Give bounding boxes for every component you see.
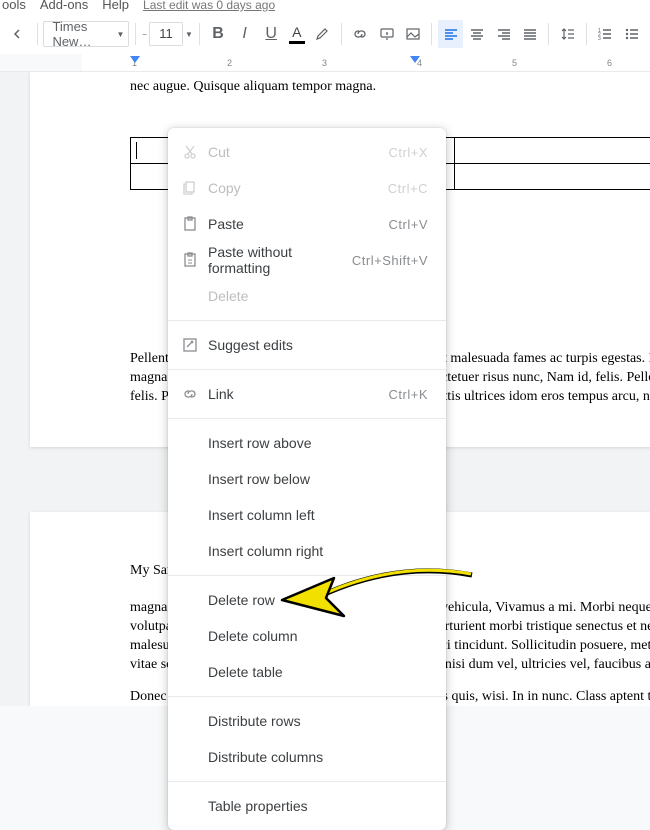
chevron-left-icon[interactable] xyxy=(6,20,31,48)
align-center-button[interactable] xyxy=(465,20,490,48)
ctx-delete-column[interactable]: Delete column xyxy=(168,618,446,654)
ctx-label: Delete column xyxy=(208,628,428,644)
ctx-label: Link xyxy=(208,386,389,402)
minus-icon[interactable]: − xyxy=(142,30,147,39)
ctx-insert-col-left[interactable]: Insert column left xyxy=(168,497,446,533)
suggest-icon xyxy=(182,337,208,353)
ctx-suggest-edits[interactable]: Suggest edits xyxy=(168,327,446,363)
ctx-label: Copy xyxy=(208,180,388,196)
line-spacing-button[interactable] xyxy=(555,20,580,48)
paste-icon xyxy=(182,216,208,232)
ctx-delete-row[interactable]: Delete row xyxy=(168,582,446,618)
ctx-insert-row-above[interactable]: Insert row above xyxy=(168,425,446,461)
ctx-insert-col-right[interactable]: Insert column right xyxy=(168,533,446,569)
link-button[interactable] xyxy=(348,20,373,48)
ctx-shortcut: Ctrl+C xyxy=(388,181,428,196)
ctx-paste[interactable]: Paste Ctrl+V xyxy=(168,206,446,242)
ctx-label: Insert column right xyxy=(208,543,428,559)
menu-help[interactable]: Help xyxy=(102,0,129,10)
ctx-label: Cut xyxy=(208,144,389,160)
comment-button[interactable] xyxy=(374,20,399,48)
copy-icon xyxy=(182,180,208,196)
menubar: ools Add-ons Help Last edit was 0 days a… xyxy=(0,0,650,16)
menu-addons[interactable]: Add-ons xyxy=(40,0,88,10)
ctx-label: Paste without formatting xyxy=(208,244,352,276)
ctx-label: Distribute rows xyxy=(208,713,428,729)
ctx-label: Distribute columns xyxy=(208,749,428,765)
cut-icon xyxy=(182,144,208,160)
ctx-label: Delete row xyxy=(208,592,428,608)
italic-button[interactable]: I xyxy=(232,20,257,48)
ctx-cut: Cut Ctrl+X xyxy=(168,134,446,170)
underline-button[interactable]: U xyxy=(259,20,284,48)
divider xyxy=(168,369,446,370)
ctx-shortcut: Ctrl+X xyxy=(389,145,428,160)
ctx-label: Insert row above xyxy=(208,435,428,451)
divider xyxy=(168,575,446,576)
divider xyxy=(168,320,446,321)
toolbar: Times New… ▼ − 11 ▼ B I U A 123 1 xyxy=(0,16,650,73)
align-right-button[interactable] xyxy=(491,20,516,48)
ctx-delete: Delete xyxy=(168,278,446,314)
divider xyxy=(168,781,446,782)
font-size[interactable]: − 11 ▼ xyxy=(142,21,193,47)
align-left-button[interactable] xyxy=(438,20,463,48)
indent-marker-r[interactable] xyxy=(410,56,420,63)
menu-tools[interactable]: ools xyxy=(2,0,26,10)
bold-button[interactable]: B xyxy=(206,20,231,48)
chevron-down-icon: ▼ xyxy=(116,30,124,39)
ctx-label: Delete table xyxy=(208,664,428,680)
ctx-link[interactable]: Link Ctrl+K xyxy=(168,376,446,412)
divider xyxy=(168,418,446,419)
ctx-shortcut: Ctrl+Shift+V xyxy=(352,253,428,268)
table-cell[interactable] xyxy=(454,137,650,163)
divider xyxy=(168,696,446,697)
align-justify-button[interactable] xyxy=(518,20,543,48)
font-select[interactable]: Times New… ▼ xyxy=(43,21,129,47)
ctx-label: Table properties xyxy=(208,798,428,814)
ctx-shortcut: Ctrl+K xyxy=(389,387,428,402)
ctx-shortcut: Ctrl+V xyxy=(389,217,428,232)
ctx-paste-plain[interactable]: Paste without formatting Ctrl+Shift+V xyxy=(168,242,446,278)
context-menu: Cut Ctrl+X Copy Ctrl+C Paste Ctrl+V Past… xyxy=(168,128,446,830)
highlight-button[interactable] xyxy=(310,20,335,48)
table-cell[interactable] xyxy=(454,163,650,189)
font-name: Times New… xyxy=(52,19,110,49)
indent-marker[interactable] xyxy=(130,56,140,63)
numbered-list-button[interactable]: 123 xyxy=(593,20,618,48)
ctx-table-properties[interactable]: Table properties xyxy=(168,788,446,824)
body-text[interactable]: nec augue. Quisque aliquam tempor magna. xyxy=(130,78,650,97)
svg-text:3: 3 xyxy=(598,36,601,42)
ctx-label: Suggest edits xyxy=(208,337,428,353)
link-icon xyxy=(182,386,208,402)
ctx-delete-table[interactable]: Delete table xyxy=(168,654,446,690)
ctx-label: Insert column left xyxy=(208,507,428,523)
last-edit-link[interactable]: Last edit was 0 days ago xyxy=(143,0,275,10)
ctx-copy: Copy Ctrl+C xyxy=(168,170,446,206)
bullet-list-button[interactable] xyxy=(619,20,644,48)
ruler: 1 2 3 4 5 6 xyxy=(0,54,650,72)
chevron-down-icon: ▼ xyxy=(185,30,193,39)
ctx-insert-row-below[interactable]: Insert row below xyxy=(168,461,446,497)
ctx-label: Delete xyxy=(208,288,428,304)
font-size-value[interactable]: 11 xyxy=(149,22,183,46)
ctx-label: Paste xyxy=(208,216,389,232)
ctx-distribute-rows[interactable]: Distribute rows xyxy=(168,703,446,739)
ctx-distribute-cols[interactable]: Distribute columns xyxy=(168,739,446,775)
text-color-button[interactable]: A xyxy=(285,21,308,47)
ctx-label: Insert row below xyxy=(208,471,428,487)
image-button[interactable] xyxy=(401,20,426,48)
paste-plain-icon xyxy=(182,252,208,268)
